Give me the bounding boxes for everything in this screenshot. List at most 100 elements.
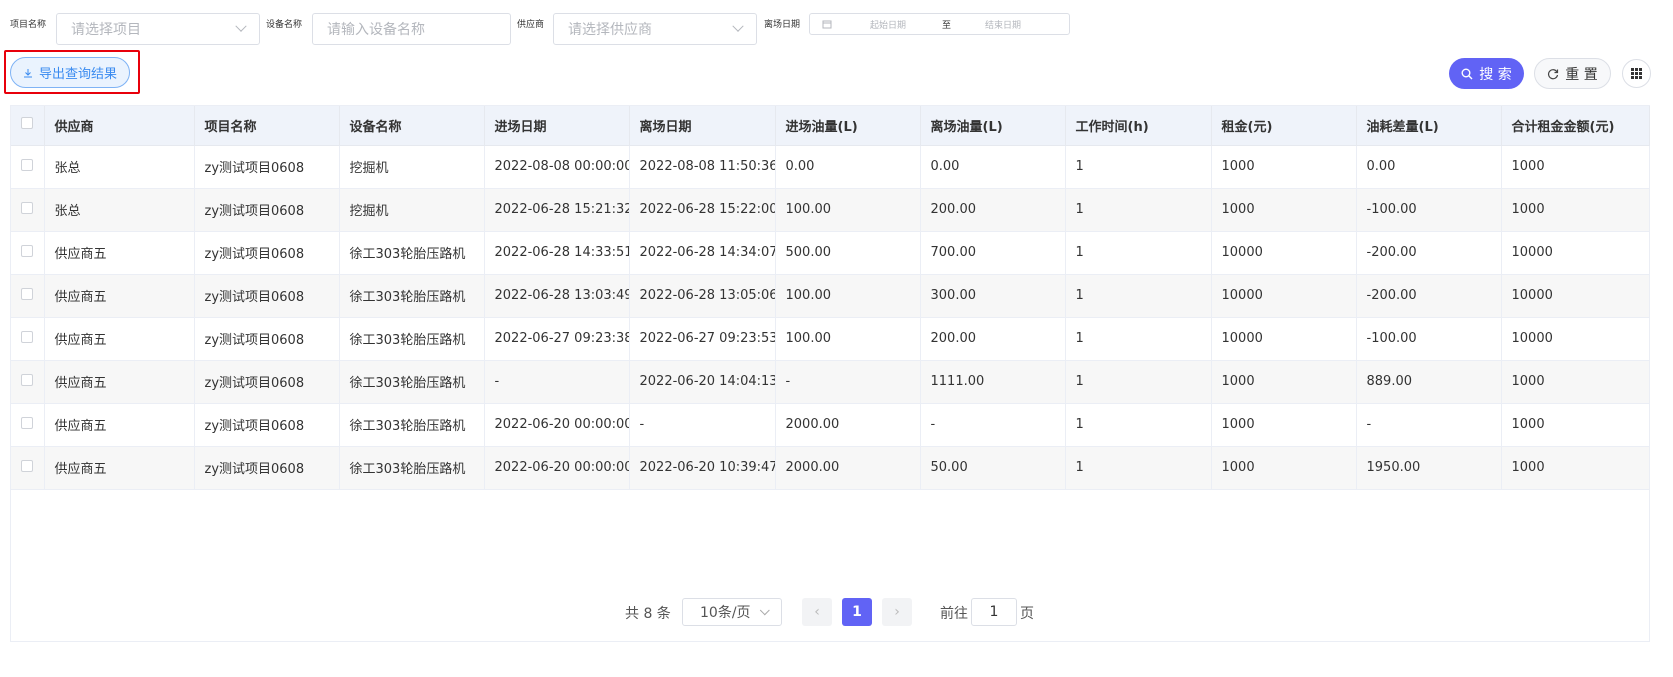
table-row[interactable]: 张总 zy测试项目0608 挖掘机 2022-06-28 15:21:32 2022-0…: [11, 188, 1650, 232]
table-cell: zy测试项目0608: [194, 317, 340, 361]
table-cell: 100.00: [775, 317, 921, 361]
chevron-down-icon: [235, 20, 247, 32]
row-checkbox[interactable]: [21, 330, 33, 343]
table-cell: -: [775, 360, 921, 404]
table-row[interactable]: 供应商五 zy测试项目0608 徐工303轮胎压路机 2022-06-28 13:03…: [11, 274, 1650, 318]
row-select-cell: [11, 403, 45, 447]
row-checkbox[interactable]: [21, 158, 33, 171]
export-highlight-box: [4, 50, 140, 94]
date-start-placeholder[interactable]: 起始日期: [870, 18, 906, 31]
pagination-total: 共 8 条: [625, 606, 671, 622]
table-cell: zy测试项目0608: [194, 446, 340, 490]
column-header[interactable]: 租金(元): [1211, 106, 1357, 146]
table-row[interactable]: 供应商五 zy测试项目0608 徐工303轮胎压路机 2022-06-20 00:00…: [11, 403, 1650, 447]
table-cell: 2000.00: [775, 446, 921, 490]
table-cell: 2022-06-28 14:33:51: [484, 231, 630, 275]
table-cell: 2022-06-28 13:05:06: [629, 274, 776, 318]
column-header[interactable]: 油耗差量(L): [1356, 106, 1502, 146]
row-checkbox[interactable]: [21, 201, 33, 214]
table-cell: 10000: [1501, 274, 1650, 318]
results-table-container: 供应商 项目名称 设备名称 进场日期 离场日期 进场油量(L) 离场油量(L) …: [10, 105, 1650, 642]
column-header[interactable]: 设备名称: [339, 106, 485, 146]
column-header[interactable]: 离场油量(L): [920, 106, 1066, 146]
goto-page-input[interactable]: 1: [971, 598, 1017, 626]
table-cell: 100.00: [775, 188, 921, 232]
row-checkbox[interactable]: [21, 459, 33, 472]
table-row[interactable]: 张总 zy测试项目0608 挖掘机 2022-08-08 00:00:00 2022-0…: [11, 145, 1650, 189]
table-cell: 2000.00: [775, 403, 921, 447]
row-checkbox[interactable]: [21, 416, 33, 429]
date-end-placeholder[interactable]: 结束日期: [985, 18, 1021, 31]
table-cell: 2022-06-28 15:21:32: [484, 188, 630, 232]
device-input[interactable]: 请输入设备名称: [312, 13, 511, 45]
grid-icon: [1631, 68, 1642, 79]
column-header[interactable]: 项目名称: [194, 106, 340, 146]
table-header-row: 供应商 项目名称 设备名称 进场日期 离场日期 进场油量(L) 离场油量(L) …: [11, 106, 1650, 146]
row-select-cell: [11, 231, 45, 275]
row-checkbox[interactable]: [21, 287, 33, 300]
table-cell: 10000: [1501, 317, 1650, 361]
table-cell: -: [920, 403, 1066, 447]
prev-page-button[interactable]: ‹: [802, 598, 832, 626]
exit-date-range-picker[interactable]: 起始日期 至 结束日期: [809, 13, 1070, 35]
column-header[interactable]: 进场油量(L): [775, 106, 921, 146]
table-cell: 1111.00: [920, 360, 1066, 404]
project-select-placeholder: 请选择项目: [71, 22, 141, 38]
chevron-left-icon: ‹: [814, 604, 820, 620]
row-checkbox[interactable]: [21, 373, 33, 386]
page-number-label: 1: [852, 604, 862, 620]
table-cell: 50.00: [920, 446, 1066, 490]
column-header[interactable]: 合计租金金额(元): [1501, 106, 1650, 146]
page-number-current[interactable]: 1: [842, 598, 872, 626]
select-all-checkbox[interactable]: [21, 117, 33, 130]
search-button[interactable]: 搜 索: [1449, 58, 1524, 89]
table-cell: 1000: [1211, 403, 1357, 447]
table-cell: 1000: [1211, 145, 1357, 189]
table-row[interactable]: 供应商五 zy测试项目0608 徐工303轮胎压路机 2022-06-28 14:33…: [11, 231, 1650, 275]
page-size-select[interactable]: 10条/页: [682, 598, 782, 626]
table-cell: 徐工303轮胎压路机: [339, 446, 485, 490]
column-header[interactable]: 离场日期: [629, 106, 776, 146]
table-cell: 10000: [1211, 231, 1357, 275]
refresh-icon: [1548, 68, 1559, 79]
row-select-cell: [11, 145, 45, 189]
project-select[interactable]: 请选择项目: [56, 13, 260, 45]
table-cell: zy测试项目0608: [194, 360, 340, 404]
reset-button[interactable]: 重 置: [1534, 58, 1611, 89]
supplier-select[interactable]: 请选择供应商: [553, 13, 757, 45]
table-cell: 2022-06-20 00:00:00: [484, 446, 630, 490]
table-row[interactable]: 供应商五 zy测试项目0608 徐工303轮胎压路机 -2022-06-20 14:0…: [11, 360, 1650, 404]
table-cell: 供应商五: [44, 317, 195, 361]
row-checkbox[interactable]: [21, 244, 33, 257]
column-settings-button[interactable]: [1622, 59, 1651, 88]
column-header[interactable]: 供应商: [44, 106, 195, 146]
table-cell: 300.00: [920, 274, 1066, 318]
row-select-cell: [11, 274, 45, 318]
table-cell: zy测试项目0608: [194, 403, 340, 447]
table-cell: 1000: [1501, 188, 1650, 232]
table-cell: zy测试项目0608: [194, 145, 340, 189]
device-filter-label: 设备名称: [266, 20, 303, 30]
next-page-button[interactable]: ›: [882, 598, 912, 626]
table-cell: 徐工303轮胎压路机: [339, 231, 485, 275]
exit-date-filter-label: 离场日期: [764, 20, 801, 30]
table-cell: zy测试项目0608: [194, 231, 340, 275]
column-header[interactable]: 工作时间(h): [1065, 106, 1212, 146]
table-cell: -200.00: [1356, 274, 1502, 318]
table-row[interactable]: 供应商五 zy测试项目0608 徐工303轮胎压路机 2022-06-27 09:23…: [11, 317, 1650, 361]
table-cell: 1: [1065, 403, 1212, 447]
table-cell: 1000: [1211, 188, 1357, 232]
calendar-icon: [822, 20, 832, 29]
table-cell: 100.00: [775, 274, 921, 318]
table-cell: 挖掘机: [339, 145, 485, 189]
table-cell: 2022-06-27 09:23:38: [484, 317, 630, 361]
table-cell: 2022-08-08 00:00:00: [484, 145, 630, 189]
table-cell: 1: [1065, 360, 1212, 404]
table-row[interactable]: 供应商五 zy测试项目0608 徐工303轮胎压路机 2022-06-20 00:00…: [11, 446, 1650, 490]
table-cell: -: [484, 360, 630, 404]
table-cell: 2022-06-28 15:22:00: [629, 188, 776, 232]
table-cell: 供应商五: [44, 360, 195, 404]
column-header[interactable]: 进场日期: [484, 106, 630, 146]
table-cell: 2022-06-27 09:23:53: [629, 317, 776, 361]
table-cell: 张总: [44, 145, 195, 189]
